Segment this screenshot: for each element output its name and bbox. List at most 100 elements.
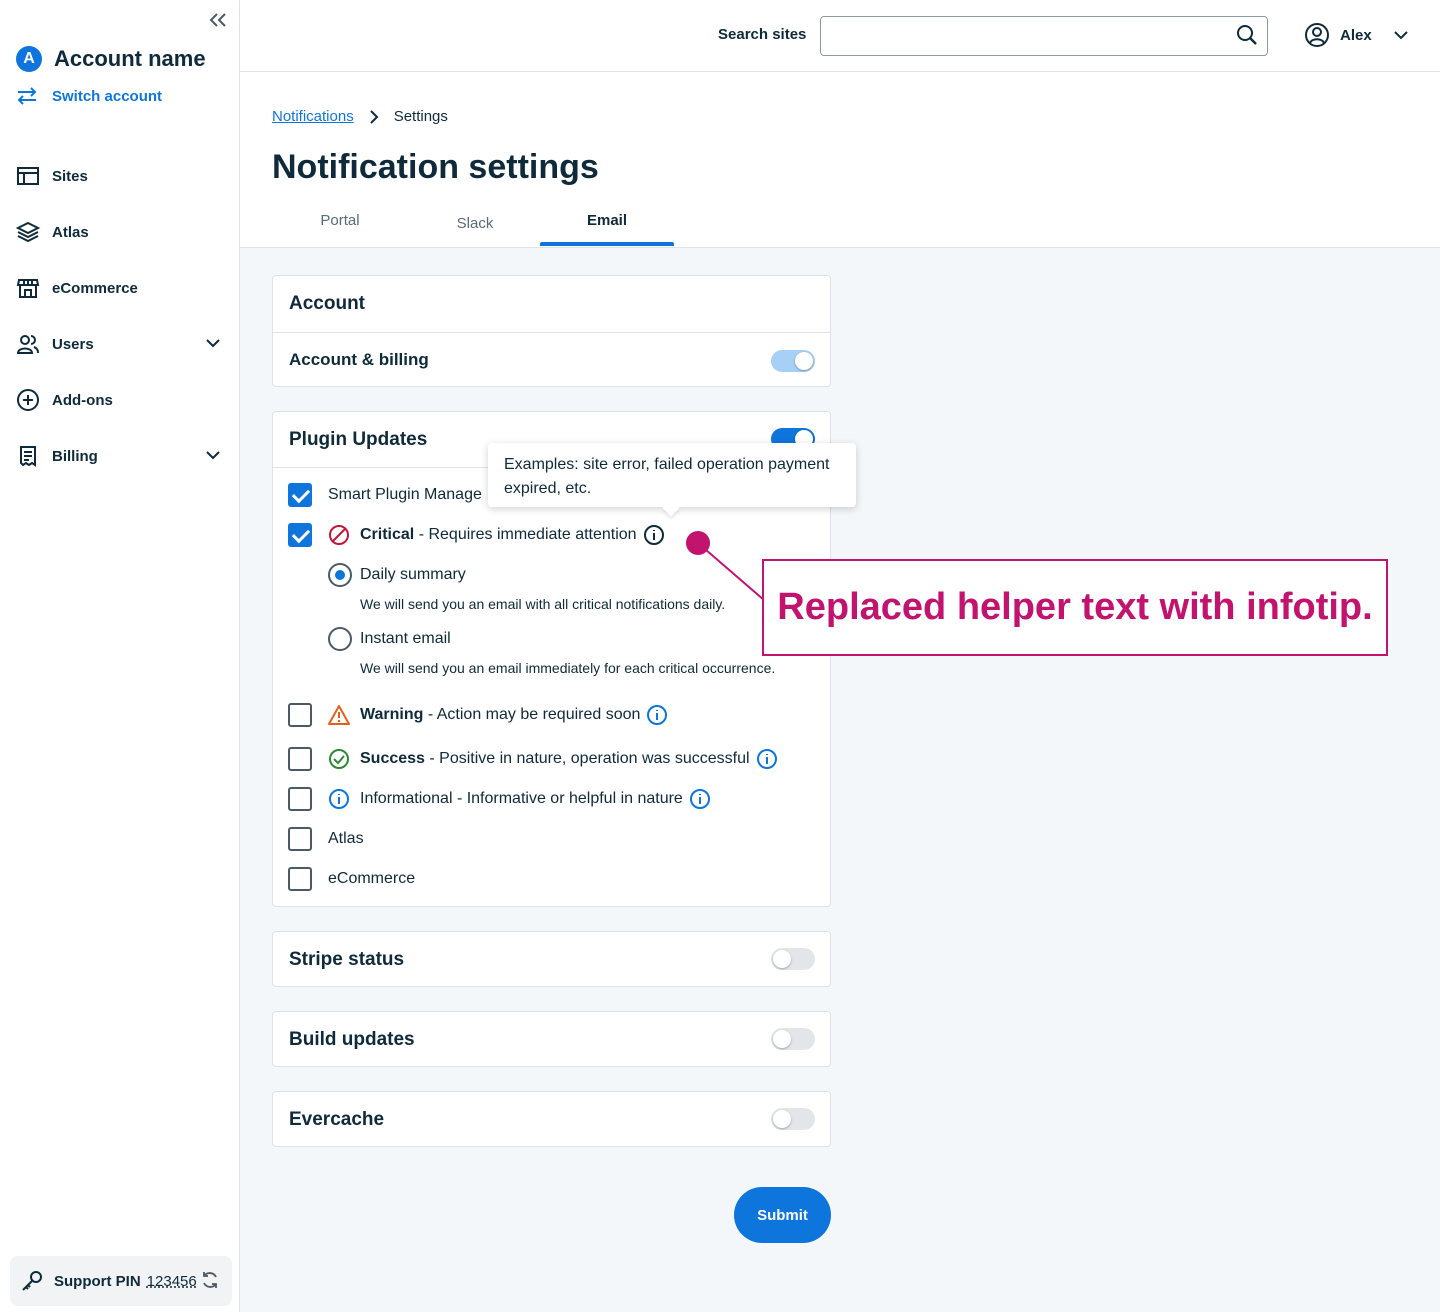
daily-summary-helper: We will send you an email with all criti… xyxy=(360,596,726,612)
stripe-status-toggle[interactable] xyxy=(771,948,815,970)
user-avatar-icon xyxy=(1305,23,1329,47)
informational-checkbox[interactable] xyxy=(288,787,312,811)
instant-email-helper: We will send you an email immediately fo… xyxy=(360,660,776,676)
card-title: Build updates xyxy=(289,1029,415,1050)
instant-email-radio[interactable] xyxy=(328,627,352,651)
ecommerce-option[interactable]: eCommerce xyxy=(288,867,415,891)
smart-plugin-option[interactable]: Smart Plugin Manage xyxy=(288,483,482,507)
account-billing-row: Account & billing xyxy=(273,332,830,386)
breadcrumb-current: Settings xyxy=(393,108,448,125)
card-title: Evercache xyxy=(289,1109,385,1130)
support-pin-value: 123456 xyxy=(146,1272,197,1290)
atlas-option[interactable]: Atlas xyxy=(288,827,364,851)
informational-label: Informational - Informative or helpful i… xyxy=(360,790,683,807)
card-title: Stripe status xyxy=(289,949,405,970)
switch-account-link[interactable]: Switch account xyxy=(16,86,162,106)
success-description: - Positive in nature, operation was succ… xyxy=(424,750,750,767)
ecommerce-label: eCommerce xyxy=(328,870,416,887)
search-input[interactable] xyxy=(820,16,1268,56)
plus-circle-icon xyxy=(17,389,39,411)
account-billing-toggle[interactable] xyxy=(771,350,815,372)
sidebar: A Account name Switch account Sites Atla… xyxy=(0,0,240,1312)
sidebar-item-addons[interactable]: Add-ons xyxy=(16,372,226,428)
page-title: Notification settings xyxy=(272,148,599,186)
browser-icon xyxy=(17,167,39,185)
main-nav: Sites Atlas eCommerce Users Add-ons Bill… xyxy=(16,148,226,484)
warning-title: Warning xyxy=(360,706,424,723)
stripe-status-card: Stripe status xyxy=(272,931,831,987)
warning-triangle-icon xyxy=(328,705,350,725)
switch-account-label: Switch account xyxy=(52,87,163,105)
chevron-down-icon xyxy=(1393,31,1408,40)
topbar: Search sites Alex xyxy=(240,0,1440,72)
users-icon xyxy=(16,335,39,354)
sidebar-item-atlas[interactable]: Atlas xyxy=(16,204,226,260)
critical-description: - Requires immediate attention xyxy=(414,526,637,543)
build-updates-toggle[interactable] xyxy=(771,1028,815,1050)
account-logo: A xyxy=(16,46,42,72)
sidebar-item-label: eCommerce xyxy=(52,279,138,297)
daily-summary-option[interactable]: Daily summary xyxy=(328,563,466,587)
layers-icon xyxy=(16,221,40,243)
critical-checkbox[interactable] xyxy=(288,523,312,547)
submit-button[interactable]: Submit xyxy=(734,1187,831,1243)
info-icon[interactable] xyxy=(643,524,665,546)
check-circle-icon xyxy=(329,749,349,769)
sidebar-item-users[interactable]: Users xyxy=(16,316,226,372)
support-pin-label: Support PIN xyxy=(54,1272,141,1290)
account-billing-label: Account & billing xyxy=(289,349,429,369)
infotip: Examples: site error, failed operation p… xyxy=(488,443,856,507)
smart-plugin-label: Smart Plugin Manage xyxy=(328,486,482,503)
critical-title: Critical xyxy=(360,526,415,543)
breadcrumb: Notifications Settings xyxy=(272,108,448,125)
card-header: Evercache xyxy=(273,1092,830,1148)
smart-plugin-checkbox[interactable] xyxy=(288,483,312,507)
swap-arrows-icon xyxy=(17,87,37,105)
page-header: Notifications Settings Notification sett… xyxy=(240,72,1440,248)
atlas-label: Atlas xyxy=(328,830,364,847)
key-icon xyxy=(22,1271,42,1291)
info-circle-icon xyxy=(329,789,349,809)
info-icon[interactable] xyxy=(756,748,778,770)
search-label: Search sites xyxy=(718,26,807,43)
critical-option[interactable]: Critical - Requires immediate attention xyxy=(288,523,665,547)
sidebar-item-ecommerce[interactable]: eCommerce xyxy=(16,260,226,316)
search-icon[interactable] xyxy=(1236,24,1258,46)
user-name: Alex xyxy=(1340,26,1372,44)
annotation-marker xyxy=(686,531,710,555)
success-option[interactable]: Success - Positive in nature, operation … xyxy=(288,747,778,771)
support-pin: Support PIN 123456 xyxy=(10,1256,232,1306)
evercache-card: Evercache xyxy=(272,1091,831,1147)
chevron-down-icon[interactable] xyxy=(204,334,222,352)
card-title: Account xyxy=(289,293,365,314)
sidebar-item-billing[interactable]: Billing xyxy=(16,428,226,484)
chevron-down-icon[interactable] xyxy=(204,446,222,464)
tab-slack[interactable]: Slack xyxy=(456,215,494,232)
account-card: Account Account & billing xyxy=(272,275,831,387)
informational-option[interactable]: Informational - Informative or helpful i… xyxy=(288,787,711,811)
tab-email[interactable]: Email xyxy=(580,212,634,229)
warning-checkbox[interactable] xyxy=(288,703,312,727)
account-name: Account name xyxy=(54,46,206,71)
store-icon xyxy=(16,279,40,298)
user-menu[interactable]: Alex xyxy=(1304,22,1410,48)
warning-option[interactable]: Warning - Action may be required soon xyxy=(288,703,668,727)
success-checkbox[interactable] xyxy=(288,747,312,771)
atlas-checkbox[interactable] xyxy=(288,827,312,851)
info-icon[interactable] xyxy=(646,704,668,726)
tab-portal[interactable]: Portal xyxy=(320,212,360,229)
instant-email-option[interactable]: Instant email xyxy=(328,627,451,651)
double-chevron-left-icon[interactable] xyxy=(207,10,229,30)
refresh-icon[interactable] xyxy=(200,1270,220,1290)
sidebar-item-label: Sites xyxy=(52,167,88,185)
sidebar-item-label: Atlas xyxy=(52,223,89,241)
info-icon[interactable] xyxy=(689,788,711,810)
active-tab-indicator xyxy=(540,242,674,246)
ecommerce-checkbox[interactable] xyxy=(288,867,312,891)
sidebar-item-sites[interactable]: Sites xyxy=(16,148,226,204)
build-updates-card: Build updates xyxy=(272,1011,831,1067)
evercache-toggle[interactable] xyxy=(771,1108,815,1130)
breadcrumb-notifications-link[interactable]: Notifications xyxy=(272,108,354,125)
daily-summary-radio[interactable] xyxy=(328,563,352,587)
daily-summary-label: Daily summary xyxy=(360,566,466,583)
